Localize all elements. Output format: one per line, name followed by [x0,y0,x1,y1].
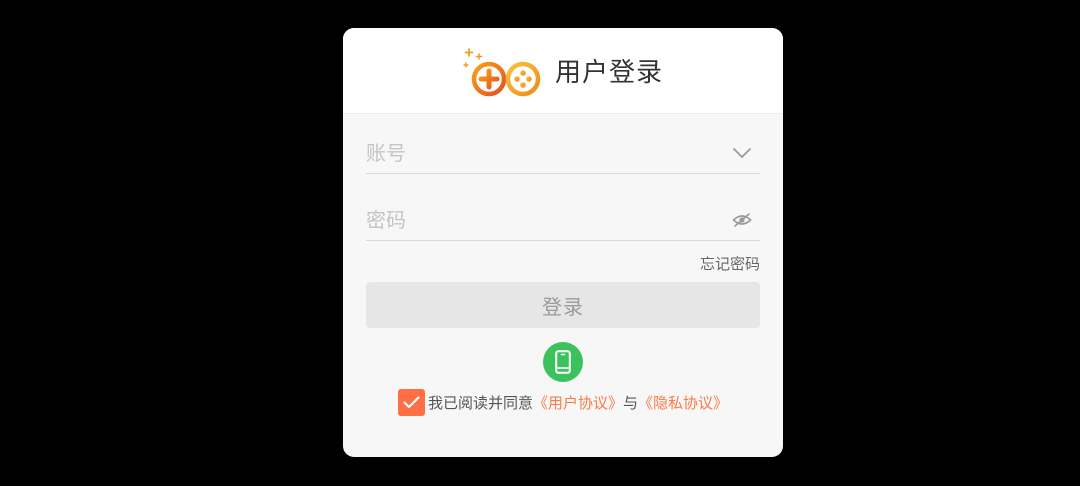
agreement-row: 我已阅读并同意 《用户协议》 与 《隐私协议》 [343,389,783,416]
login-button[interactable]: 登录 [366,282,760,328]
chevron-down-icon[interactable] [732,147,752,159]
forgot-password-link[interactable]: 忘记密码 [700,253,760,274]
gamepad-logo-icon [463,47,541,96]
phone-login-button[interactable] [543,342,583,382]
password-field [366,200,760,241]
page-title: 用户登录 [554,58,663,88]
user-agreement-link[interactable]: 《用户协议》 [533,392,623,413]
password-input[interactable] [366,208,706,232]
privacy-agreement-link[interactable]: 《隐私协议》 [638,392,728,413]
account-field [366,133,760,174]
account-input[interactable] [366,141,706,165]
phone-icon [555,350,571,374]
dialog-header: 用户登录 [343,28,783,114]
agreement-joiner: 与 [623,394,639,412]
backdrop: 用户登录 忘记密码 登录 [0,0,1080,486]
agreement-checkbox[interactable] [397,389,425,416]
checkmark-icon [403,396,420,409]
eye-hidden-icon[interactable] [732,213,752,227]
agreement-text: 我已阅读并同意 [427,394,533,412]
login-dialog: 用户登录 忘记密码 登录 [343,28,783,457]
